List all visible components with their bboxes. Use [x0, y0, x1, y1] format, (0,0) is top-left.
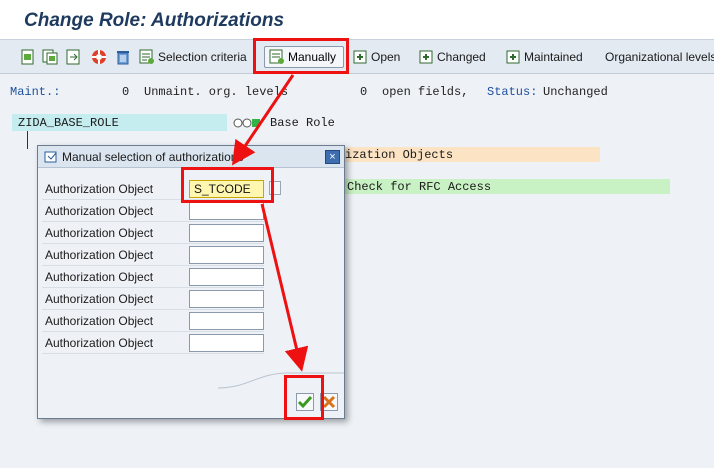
maint-count: 0 — [122, 85, 130, 99]
open-icon — [353, 50, 367, 64]
lifebuoy-icon[interactable] — [91, 49, 107, 65]
auth-row-label: Authorization Object — [45, 226, 154, 240]
manually-highlight — [253, 38, 349, 74]
open-fields-label: open fields, — [382, 85, 469, 99]
close-icon[interactable]: × — [325, 150, 340, 164]
status-value: Unchanged — [543, 85, 608, 99]
rfc-node[interactable]: Check for RFC Access — [347, 180, 491, 194]
auth-row-label: Authorization Object — [45, 314, 154, 328]
unmaint-label: Unmaint. org. levels — [144, 85, 289, 99]
auth-objects-node[interactable]: ization Objects — [345, 148, 453, 162]
auth-row-label: Authorization Object — [45, 270, 154, 284]
auth-row-label: Authorization Object — [45, 182, 154, 196]
auth-object-input-6[interactable] — [189, 290, 264, 308]
trash-icon[interactable] — [115, 49, 131, 65]
changed-icon — [419, 50, 433, 64]
dialog-title: Manual selection of authorizations — [62, 150, 244, 164]
open-label: Open — [371, 50, 401, 64]
open-button[interactable]: Open — [352, 47, 400, 67]
auth-row: Authorization Object — [42, 244, 264, 266]
ok-highlight — [284, 375, 324, 420]
auth-object-input-3[interactable] — [189, 224, 264, 242]
selection-criteria-icon — [139, 49, 154, 64]
auth-object-input-5[interactable] — [189, 268, 264, 286]
auth-object-input-8[interactable] — [189, 334, 264, 352]
role-name[interactable]: ZIDA_BASE_ROLE — [18, 116, 119, 130]
status-label: Status: — [487, 85, 538, 99]
status-lights-icon — [233, 118, 260, 128]
auth-row: Authorization Object — [42, 222, 264, 244]
auth-object-input-7[interactable] — [189, 312, 264, 330]
dialog-title-bar: Manual selection of authorizations × — [38, 146, 344, 168]
input-highlight — [181, 167, 274, 203]
auth-row: Authorization Object — [42, 266, 264, 288]
application-toolbar: Selection criteria Manually Open Changed… — [0, 40, 714, 74]
changed-button[interactable]: Changed — [418, 47, 486, 67]
auth-row: Authorization Object — [42, 332, 264, 354]
auth-row-label: Authorization Object — [45, 204, 154, 218]
generate-icon[interactable] — [66, 49, 82, 65]
auth-row: Authorization Object — [42, 200, 264, 222]
new-icon[interactable] — [20, 49, 36, 65]
maint-label: Maint.: — [10, 85, 61, 99]
maintained-label: Maintained — [524, 50, 583, 64]
title-bar: Change Role: Authorizations — [0, 0, 714, 40]
auth-row: Authorization Object — [42, 310, 264, 332]
dialog-icon — [44, 151, 57, 163]
open-count: 0 — [360, 85, 368, 99]
auth-row-label: Authorization Object — [45, 336, 154, 350]
copy-icon[interactable] — [42, 49, 58, 65]
selection-criteria-label: Selection criteria — [158, 50, 247, 64]
auth-object-input-4[interactable] — [189, 246, 264, 264]
org-levels-button[interactable]: Organizational levels — [605, 47, 714, 67]
auth-row-label: Authorization Object — [45, 292, 154, 306]
maintained-icon — [506, 50, 520, 64]
auth-object-input-2[interactable] — [189, 202, 264, 220]
maintained-button[interactable]: Maintained — [505, 47, 583, 67]
dialog-divider — [218, 372, 344, 389]
role-description: Base Role — [270, 116, 335, 130]
tree-connector — [27, 131, 28, 149]
changed-label: Changed — [437, 50, 486, 64]
auth-row-label: Authorization Object — [45, 248, 154, 262]
org-levels-label: Organizational levels — [605, 50, 714, 64]
auth-row: Authorization Object — [42, 288, 264, 310]
page-title: Change Role: Authorizations — [24, 10, 285, 31]
selection-criteria-button[interactable]: Selection criteria — [139, 47, 247, 67]
